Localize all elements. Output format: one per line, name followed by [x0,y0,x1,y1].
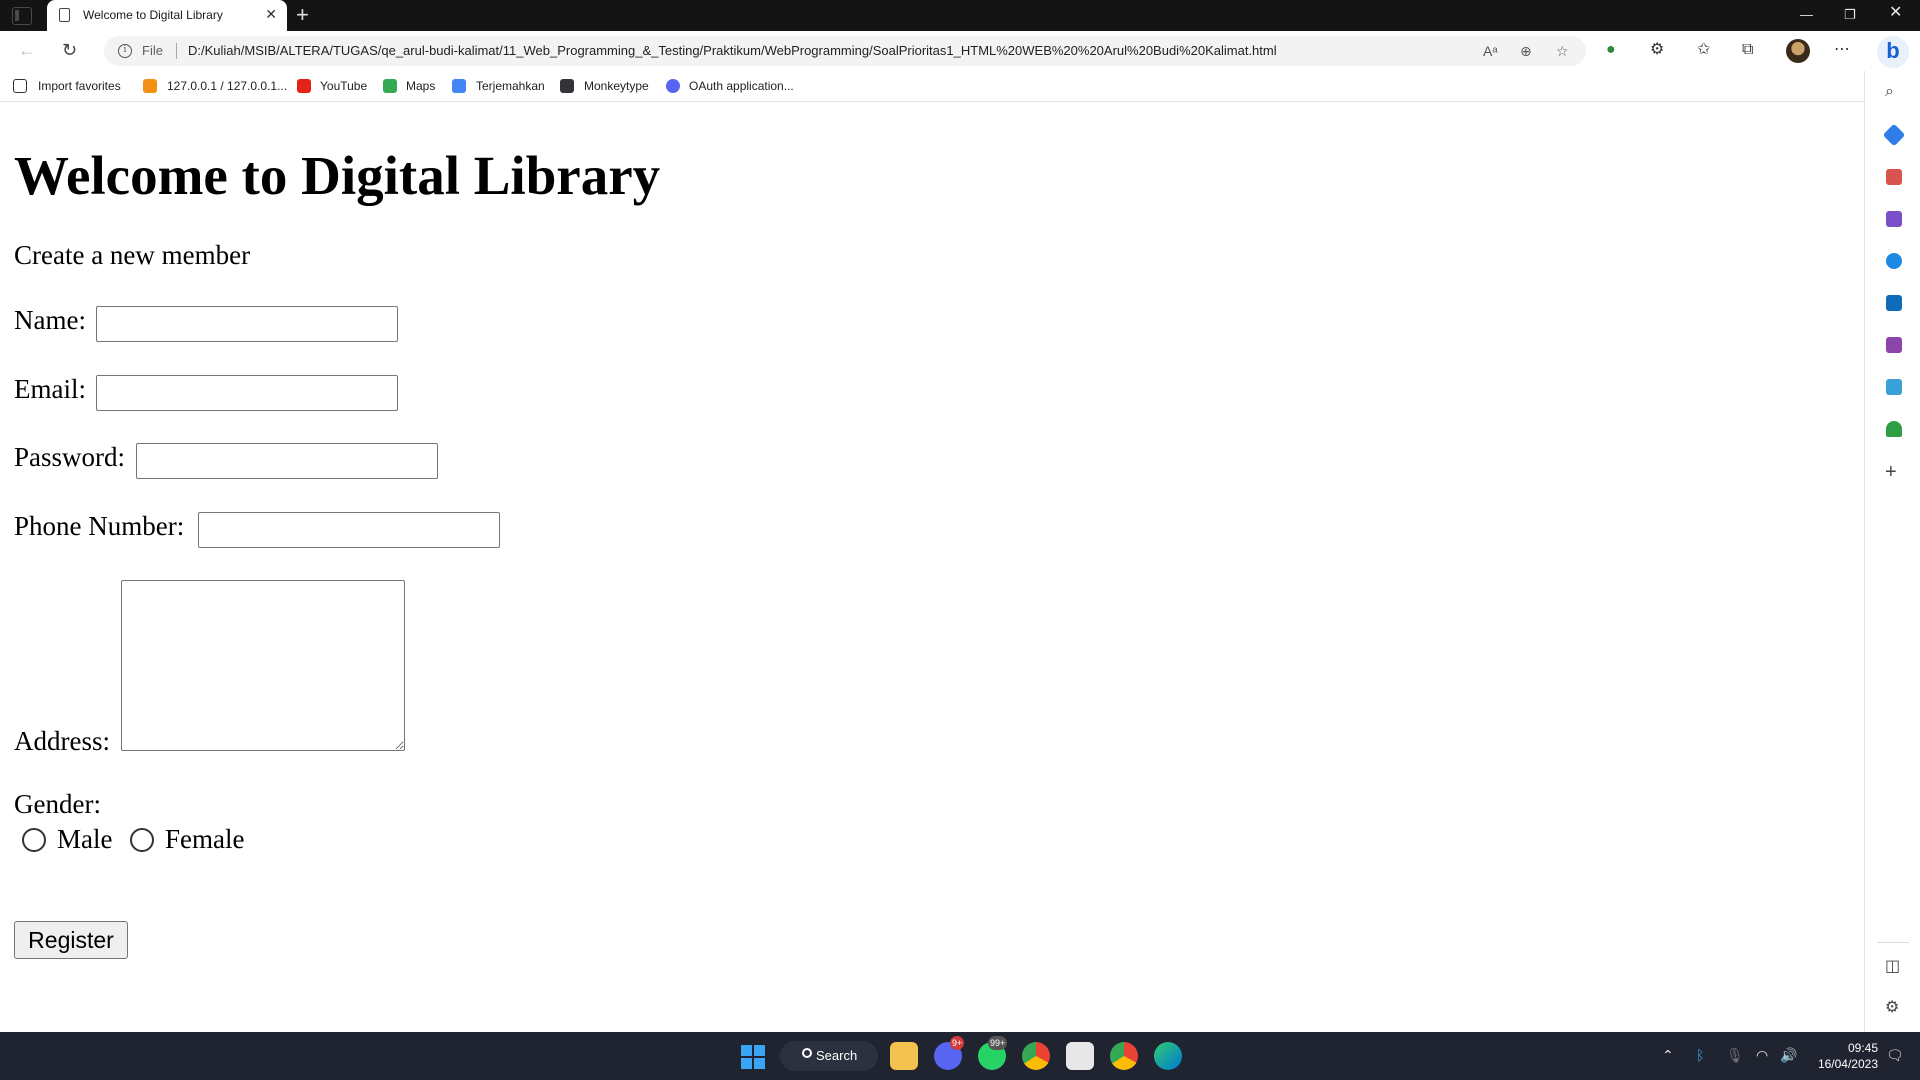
gender-male-radio[interactable] [22,828,46,852]
clock-date: 16/04/2023 [1817,1057,1878,1071]
windows-taskbar: Search 9+ 99+ ⌃ ᛒ 🎙 ◠ 🔊 09:45 16/04/2023… [0,1032,1920,1080]
restore-icon[interactable]: ❐ [1844,6,1856,24]
bookmark-oauth[interactable]: OAuth application... [689,79,794,93]
minimize-icon[interactable]: — [1800,6,1813,24]
bookmarks-bar: Import favorites 127.0.0.1 / 127.0.0.1..… [0,71,1864,102]
notification-icon[interactable]: 🗨 [1886,1046,1904,1064]
show-hidden-icons-icon[interactable]: ⌃ [1662,1046,1674,1064]
read-aloud-icon[interactable]: Aᵃ [1483,42,1498,60]
sidebar-search-icon[interactable]: ⌕ [1885,83,1894,101]
gender-male-label[interactable]: Male [57,824,112,855]
address-bar[interactable]: i File D:/Kuliah/MSIB/ALTERA/TUGAS/qe_ar… [104,36,1586,66]
windows-start-icon[interactable] [741,1045,765,1069]
shopping-tag-icon[interactable] [1882,123,1906,147]
phpmyadmin-icon [143,79,157,93]
whatsapp-badge: 99+ [988,1036,1008,1050]
close-tab-icon[interactable]: ✕ [265,6,277,22]
navigation-bar: ← ↻ i File D:/Kuliah/MSIB/ALTERA/TUGAS/q… [0,31,1920,71]
games-icon[interactable] [1886,211,1902,227]
wifi-icon[interactable]: ◠ [1756,1046,1768,1064]
extensions-puzzle-icon[interactable]: ⚙ [1650,40,1664,60]
back-icon[interactable]: ← [18,39,36,61]
edge-sidebar: ⌕ + ◫ ⚙ [1864,71,1920,1032]
clock-time: 09:45 [1847,1041,1878,1055]
file-explorer-icon[interactable] [890,1042,918,1070]
taskbar-search[interactable]: Search [780,1041,878,1071]
page-title: Welcome to Digital Library [14,145,661,206]
maps-icon [383,79,397,93]
tab-active[interactable]: Welcome to Digital Library ✕ [47,0,287,31]
clapperboard-app-icon[interactable] [1066,1042,1094,1070]
sidebar-settings-icon[interactable]: ⚙ [1885,999,1899,1017]
url-text[interactable]: D:/Kuliah/MSIB/ALTERA/TUGAS/qe_arul-budi… [188,43,1277,58]
gender-label: Gender: [14,789,101,819]
page-document-icon [59,8,70,22]
add-favorite-icon[interactable]: ☆ [1556,42,1569,60]
gender-female-label[interactable]: Female [165,824,244,855]
collections-icon[interactable]: ⧉ [1742,40,1753,60]
phone-label: Phone Number: [14,511,185,541]
chrome-profile-icon[interactable] [1110,1042,1138,1070]
address-separator [176,43,177,59]
tab-actions-menu-icon[interactable] [12,7,32,25]
discord-badge: 9+ [950,1036,965,1050]
add-sidebar-app-icon[interactable]: + [1885,462,1897,482]
email-label: Email: [14,374,86,404]
form-subtitle: Create a new member [14,240,251,270]
bookmark-youtube[interactable]: YouTube [320,79,367,93]
more-menu-icon[interactable]: ⋯ [1834,40,1850,60]
tools-briefcase-icon[interactable] [1886,169,1902,185]
name-field[interactable] [96,306,398,342]
hide-sidebar-icon[interactable]: ◫ [1885,958,1900,976]
address-label: Address: [14,726,110,756]
profile-avatar[interactable] [1786,39,1810,63]
bookmark-localhost[interactable]: 127.0.0.1 / 127.0.0.1... [167,79,287,93]
tree-icon[interactable] [1886,421,1902,437]
tab-title: Welcome to Digital Library [83,8,223,22]
translate-icon [452,79,466,93]
drop-icon[interactable] [1886,337,1902,353]
zoom-icon[interactable]: ⊕ [1520,42,1532,60]
bookmark-maps[interactable]: Maps [406,79,435,93]
microphone-icon[interactable]: 🎙 [1726,1046,1744,1064]
microsoft365-icon[interactable] [1886,253,1902,269]
refresh-icon[interactable]: ↻ [62,39,77,61]
import-icon [13,79,27,93]
bookmark-terjemahkan[interactable]: Terjemahkan [476,79,545,93]
window-close-icon[interactable]: ✕ [1889,4,1902,22]
edge-icon[interactable] [1154,1042,1182,1070]
address-field[interactable] [121,580,405,751]
new-tab-icon[interactable]: + [296,2,309,28]
bing-copilot-icon[interactable]: b [1877,36,1909,68]
phone-field[interactable] [198,512,500,548]
scheme-label: File [142,43,163,58]
browser-title-bar: Welcome to Digital Library ✕ + — ❐ ✕ [0,0,1920,31]
outlook-icon[interactable] [1886,295,1902,311]
page-content: Welcome to Digital Library Create a new … [0,102,1863,1032]
telegram-icon[interactable] [1886,379,1902,395]
favorites-icon[interactable]: ✩ [1697,40,1710,60]
gender-female-radio[interactable] [130,828,154,852]
discord-icon [666,79,680,93]
taskbar-clock[interactable]: 09:45 16/04/2023 [1810,1040,1878,1072]
bookmark-monkeytype[interactable]: Monkeytype [584,79,649,93]
volume-icon[interactable]: 🔊 [1780,1046,1797,1064]
password-label: Password: [14,442,126,472]
sidebar-divider [1877,942,1909,943]
bluetooth-icon[interactable]: ᛒ [1696,1046,1704,1064]
bookmark-import-favorites[interactable]: Import favorites [38,79,121,93]
monkeytype-icon [560,79,574,93]
register-button[interactable]: Register [14,921,128,959]
youtube-icon [297,79,311,93]
taskbar-search-label: Search [816,1048,858,1063]
extension-icon[interactable]: ● [1606,40,1616,60]
password-field[interactable] [136,443,438,479]
name-label: Name: [14,305,86,335]
chrome-icon[interactable] [1022,1042,1050,1070]
info-icon[interactable]: i [118,44,132,58]
search-icon [802,1048,812,1058]
email-field[interactable] [96,375,398,411]
